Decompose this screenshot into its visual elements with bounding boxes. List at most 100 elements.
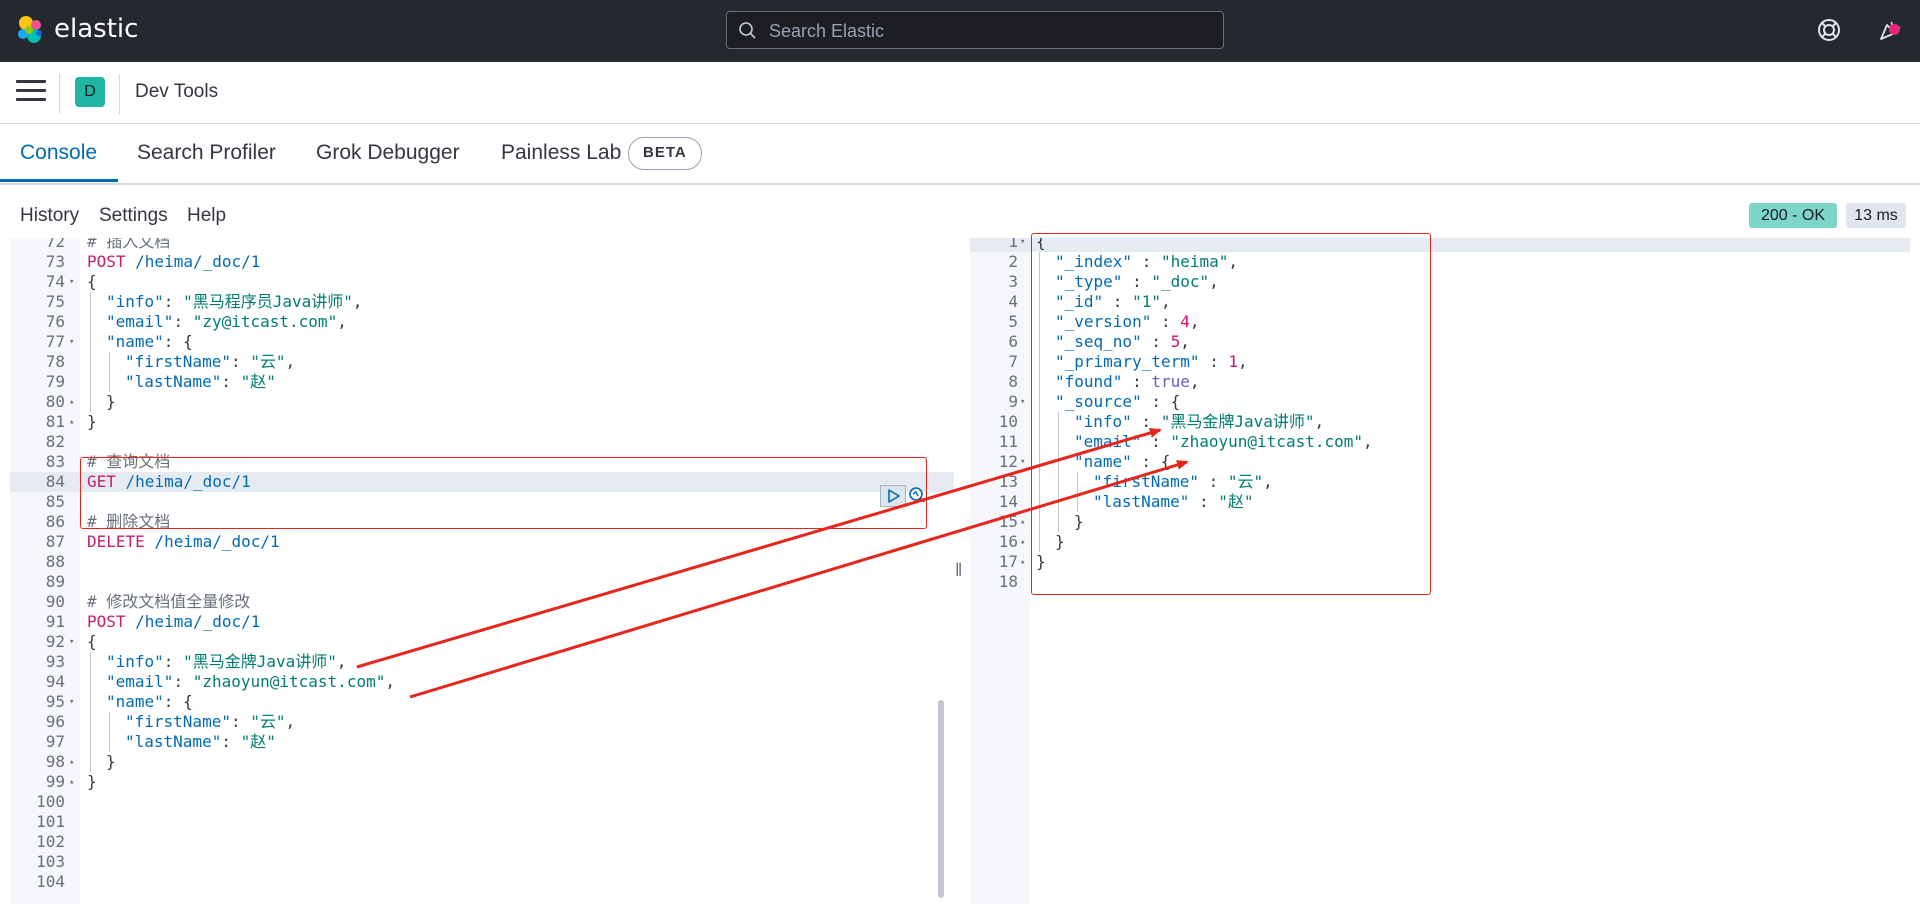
json-separator: : [163, 292, 184, 311]
json-string: "云" [250, 712, 286, 731]
indent-guide [90, 312, 91, 332]
history-link[interactable]: History [20, 205, 79, 227]
line-number: 98 [45, 752, 65, 771]
space-avatar[interactable]: D [75, 77, 105, 107]
editor-line: 94 "email": "zhaoyun@itcast.com", [10, 672, 954, 692]
json-punctuation: { [183, 692, 193, 711]
json-separator: : [163, 692, 184, 711]
fold-toggle-icon[interactable]: ▾ [1020, 238, 1025, 252]
json-separator: : [230, 712, 251, 731]
search-box[interactable] [726, 11, 1224, 50]
fold-toggle-icon[interactable]: ▴ [69, 412, 74, 432]
indent-guide [109, 352, 110, 372]
request-editor[interactable]: 72 # 插入文档 73 POST /heima/_doc/1 74 ▾{75 "info"… [10, 238, 954, 904]
indent-guide [90, 352, 91, 372]
fold-toggle-icon[interactable]: ▾ [1020, 452, 1025, 472]
line-content: { [87, 632, 97, 652]
line-number: 4 [1008, 292, 1018, 311]
indent-guide [90, 372, 91, 392]
fold-toggle-icon[interactable]: ▴ [1020, 512, 1025, 532]
pane-resizer-handle[interactable]: ‖ [955, 560, 962, 581]
json-key: "name" [106, 692, 164, 711]
line-number: 83 [45, 452, 65, 471]
fold-toggle-icon[interactable]: ▾ [69, 692, 74, 712]
breadcrumb-dev-tools[interactable]: Dev Tools [135, 81, 218, 103]
fold-toggle-icon[interactable]: ▾ [1020, 392, 1025, 412]
editor-line: 72 # 插入文档 [10, 238, 954, 252]
line-number: 101 [36, 812, 65, 831]
line-number: 97 [45, 732, 65, 751]
line-content: } [106, 392, 116, 412]
line-number: 75 [45, 292, 65, 311]
line-number: 3 [1008, 272, 1018, 291]
json-punctuation: , [285, 712, 296, 731]
fold-toggle-icon[interactable]: ▴ [69, 772, 74, 792]
json-punctuation: { [183, 332, 193, 351]
tab-console[interactable]: Console [20, 141, 97, 165]
editor-scrollbar[interactable] [938, 700, 944, 898]
annotation-box-get-request [80, 457, 927, 529]
line-number: 103 [36, 852, 65, 871]
line-content: # 修改文档值全量修改 [87, 592, 250, 612]
line-number: 15 [998, 512, 1018, 531]
line-number: 89 [45, 572, 65, 591]
fold-toggle-icon[interactable]: ▾ [69, 272, 74, 292]
editor-line: 82 [10, 432, 954, 452]
line-content: } [87, 772, 97, 792]
annotation-box-response [1031, 233, 1431, 595]
editor-line: 80 ▴} [10, 392, 954, 412]
tab-grok-debugger[interactable]: Grok Debugger [316, 141, 460, 165]
editor-line: 101 [10, 812, 954, 832]
help-link[interactable]: Help [187, 205, 226, 227]
line-number: 77 [45, 332, 65, 351]
editor-line: 74 ▾ { [10, 272, 954, 292]
line-number: 7 [1008, 352, 1018, 371]
code-text: } [87, 772, 97, 791]
request-url: /heima/_doc/1 [144, 532, 280, 551]
editor-line: 88 [10, 552, 954, 572]
editor-line: 78 "firstName": "云", [10, 352, 954, 372]
line-number: 82 [45, 432, 65, 451]
line-number: 99 [45, 772, 65, 791]
json-separator: : [163, 332, 184, 351]
editor-line: 87 DELETE /heima/_doc/1 [10, 532, 954, 552]
json-separator: : [230, 352, 251, 371]
http-method: POST [87, 612, 126, 631]
fold-toggle-icon[interactable]: ▾ [69, 632, 74, 652]
line-number: 87 [45, 532, 65, 551]
indent-guide [90, 732, 91, 752]
fold-toggle-icon[interactable]: ▾ [69, 332, 74, 352]
json-string: "zhaoyun@itcast.com" [192, 672, 386, 691]
json-punctuation: , [352, 292, 363, 311]
fold-toggle-icon[interactable]: ▴ [69, 752, 74, 772]
settings-link[interactable]: Settings [99, 205, 168, 227]
beta-badge: BETA [628, 137, 702, 170]
line-number: 10 [998, 412, 1018, 431]
fold-toggle-icon[interactable]: ▴ [69, 392, 74, 412]
fold-toggle-icon[interactable]: ▴ [1020, 552, 1025, 572]
menu-toggle-button[interactable] [16, 80, 46, 104]
editor-line: 93 "info": "黑马金牌Java讲师", [10, 652, 954, 672]
news-feed-button[interactable] [1876, 12, 1910, 46]
indent-guide [109, 712, 110, 732]
line-number: 92 [45, 632, 65, 651]
lifebuoy-icon[interactable] [1816, 17, 1842, 43]
editor-line: 75 "info": "黑马程序员Java讲师", [10, 292, 954, 312]
tab-painless-lab[interactable]: Painless Lab [501, 141, 621, 165]
line-number: 11 [998, 432, 1018, 451]
line-number: 96 [45, 712, 65, 731]
line-number: 104 [36, 872, 65, 891]
editor-line: 99 ▴} [10, 772, 954, 792]
line-content: POST /heima/_doc/1 [87, 612, 260, 632]
line-number: 91 [45, 612, 65, 631]
tab-search-profiler[interactable]: Search Profiler [137, 141, 276, 165]
line-number: 84 [45, 472, 65, 491]
line-number: 18 [998, 572, 1018, 591]
brand-name[interactable]: elastic [54, 14, 138, 44]
code-text: } [106, 752, 116, 771]
elastic-logo-icon[interactable] [14, 14, 46, 46]
fold-toggle-icon[interactable]: ▴ [1020, 532, 1025, 552]
editor-line: 89 [10, 572, 954, 592]
search-input[interactable] [767, 12, 1211, 50]
code-text: } [106, 392, 116, 411]
